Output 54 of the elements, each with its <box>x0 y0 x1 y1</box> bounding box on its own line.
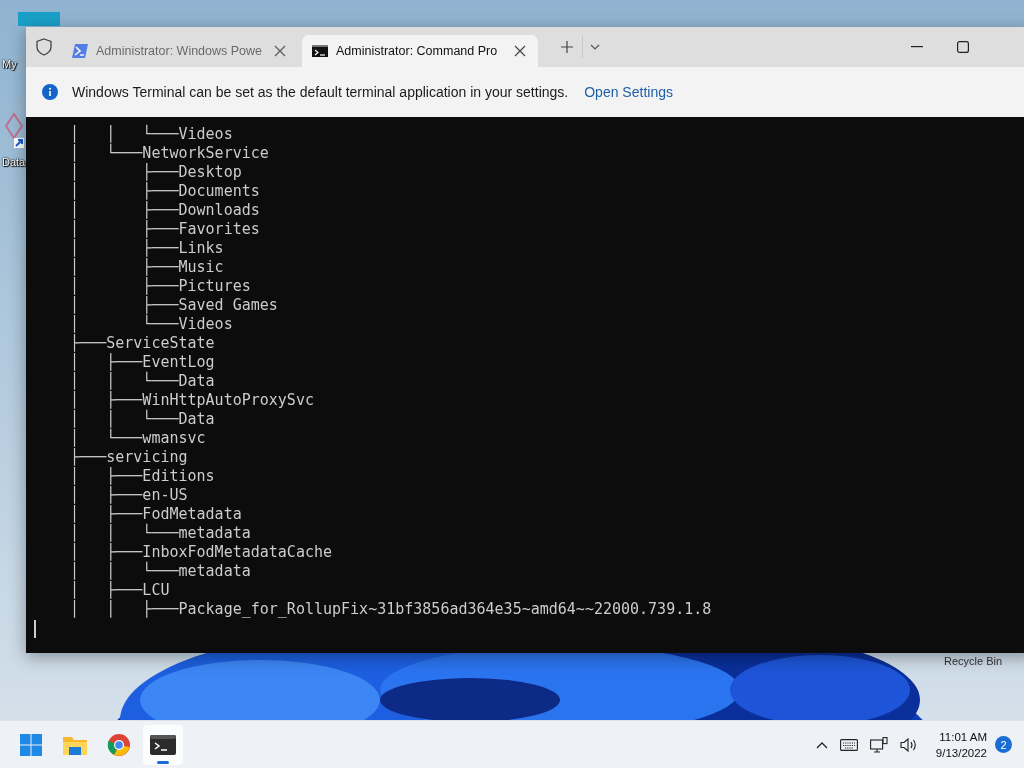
info-icon <box>42 84 58 100</box>
terminal-line: │ │ └───Videos <box>69 125 233 144</box>
terminal-line: │ │ └───Data <box>69 372 215 390</box>
terminal-line: │ ├───Editions <box>69 467 215 485</box>
time-text: 11:01 AM <box>939 729 987 745</box>
minimize-icon[interactable] <box>911 46 923 48</box>
volume-icon[interactable] <box>899 736 918 753</box>
taskbar-button[interactable] <box>143 724 183 765</box>
dropdown-icon[interactable] <box>589 43 601 51</box>
terminal-line: │ └───NetworkService <box>69 144 269 162</box>
open-settings-link[interactable]: Open Settings <box>584 84 673 100</box>
date-text: 9/13/2022 <box>935 745 987 761</box>
terminal-line: │ │ └───metadata <box>69 562 251 580</box>
terminal-line: │ ├───Desktop <box>69 163 242 181</box>
icon-label[interactable]: Recycle Bin <box>944 655 1003 667</box>
maximize-icon[interactable] <box>957 41 969 53</box>
shortcut-icon[interactable] <box>2 112 26 150</box>
shield-icon <box>36 38 52 56</box>
terminal-line: │ ├───Saved Games <box>69 296 278 315</box>
caret-icon[interactable] <box>815 740 828 749</box>
terminal-line: │ ├───Downloads <box>69 201 260 219</box>
network-icon[interactable] <box>869 736 888 753</box>
terminal-line: │ ├───EventLog <box>69 353 215 372</box>
terminal-line: │ ├───Music <box>69 258 224 276</box>
terminal-line: │ ├───InboxFodMetadataCache <box>69 543 332 562</box>
terminal-line: │ ├───LCU <box>69 581 170 599</box>
command-prompt-icon <box>312 45 328 57</box>
clock[interactable]: 11:01 AM 9/13/2022 <box>935 728 987 761</box>
terminal-line: │ ├───Pictures <box>69 277 251 295</box>
close-icon[interactable] <box>272 43 288 59</box>
tab[interactable]: Administrator: Windows Powe <box>62 35 298 67</box>
terminal-line: │ ├───Links <box>69 239 224 257</box>
terminal-line: │ ├───Favorites <box>69 220 260 238</box>
terminal-line: │ │ └───Data <box>69 410 215 429</box>
info-message: Windows Terminal can be set as the default terminal application in your settings. <box>72 84 569 100</box>
tab[interactable]: Administrator: Command Pro <box>302 35 538 67</box>
windows-logo-icon <box>20 733 42 756</box>
terminal-line: │ ├───FodMetadata <box>69 505 242 524</box>
terminal-line: │ │ └───metadata <box>69 524 251 542</box>
terminal-line: ├───servicing <box>69 448 188 466</box>
close-icon[interactable] <box>512 43 528 59</box>
terminal-line: ├───ServiceState <box>69 334 215 352</box>
powershell-icon <box>72 44 88 58</box>
terminal-line: │ ├───en-US <box>69 486 188 504</box>
terminal-line: │ ├───WinHttpAutoProxySvc <box>69 391 314 410</box>
terminal-icon <box>150 734 176 755</box>
terminal-line: │ └───wmansvc <box>69 429 206 447</box>
notification-badge[interactable]: 2 <box>995 736 1012 753</box>
text-cursor <box>34 620 36 638</box>
terminal-line: │ └───Videos <box>69 315 233 333</box>
browser-icon <box>107 732 131 757</box>
terminal-line: │ │ ├───Package_for_RollupFix~31bf3856ad364e35~amd64~~22000.739.1.8 <box>69 600 712 619</box>
terminal-line: │ ├───Documents <box>69 182 260 200</box>
keyboard-icon[interactable] <box>839 738 858 751</box>
